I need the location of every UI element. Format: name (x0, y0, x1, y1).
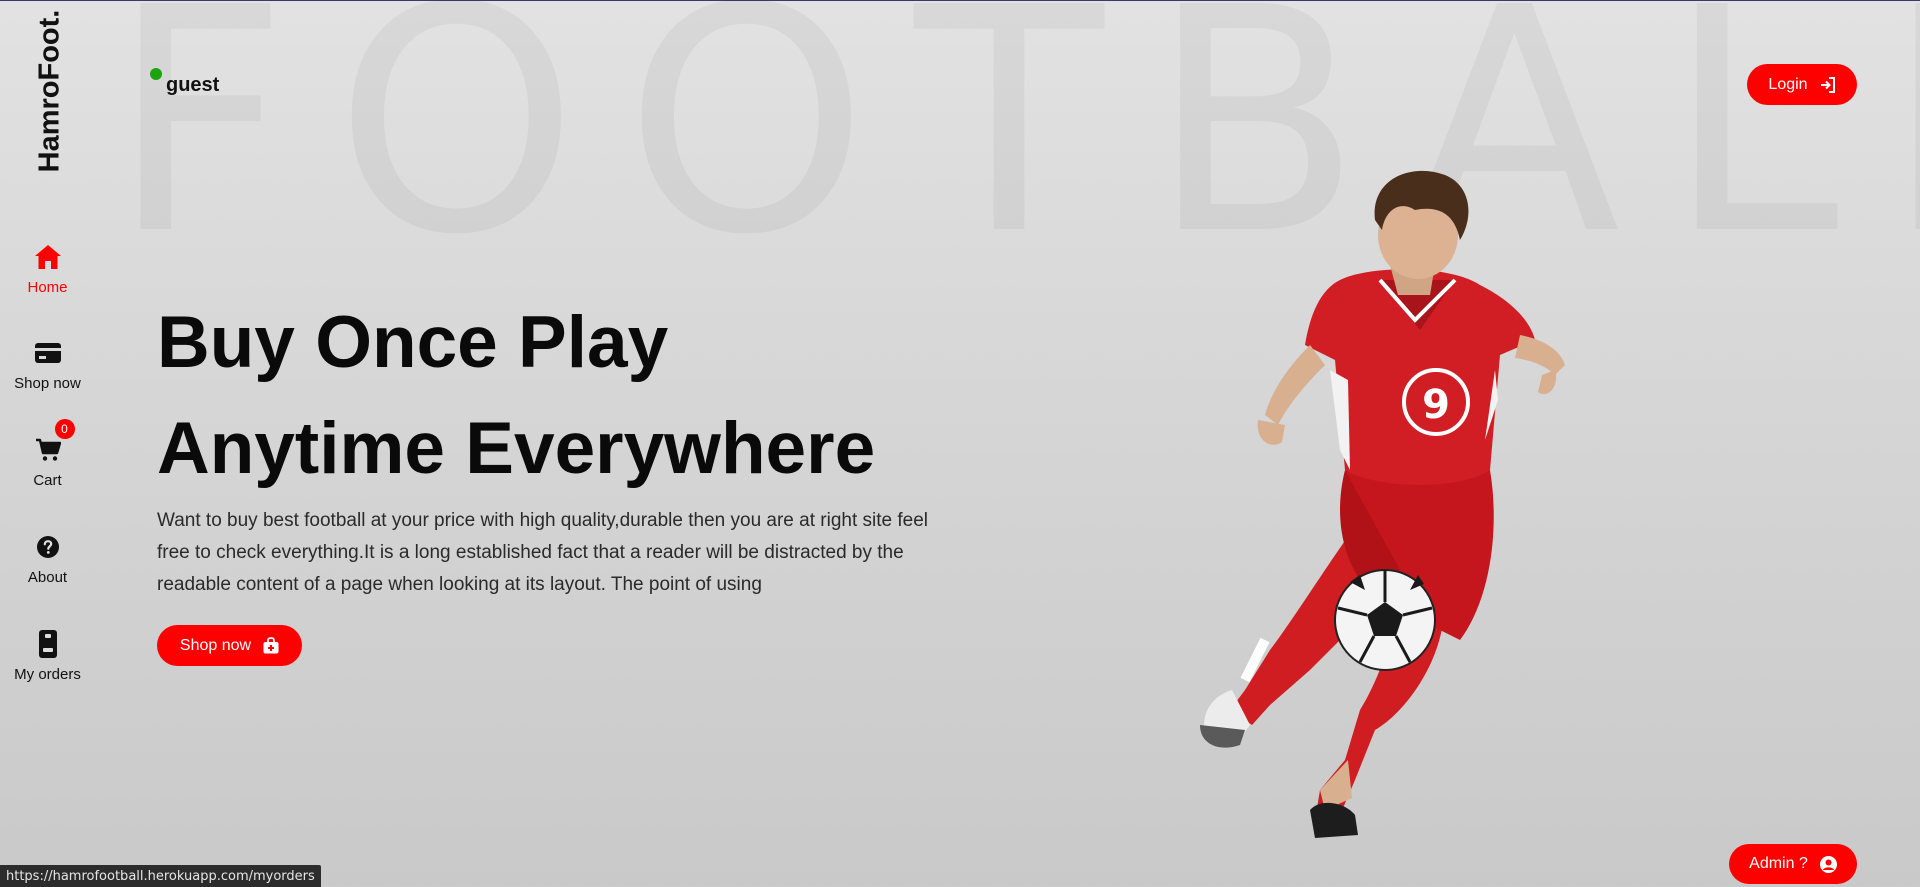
sign-in-icon (1820, 76, 1836, 93)
user-status: guest (150, 66, 219, 97)
card-icon (34, 336, 61, 370)
admin-button[interactable]: Admin ? (1729, 844, 1857, 884)
cart-count-badge: 0 (54, 419, 75, 439)
nav-item-about[interactable]: About (0, 530, 95, 600)
cart-icon: 0 (35, 419, 75, 467)
hero-description: Want to buy best football at your price … (157, 510, 928, 595)
user-circle-icon (1819, 855, 1837, 873)
nav-label-home: Home (27, 279, 68, 296)
nav-label-shop-now: Shop now (14, 375, 81, 392)
user-name: guest (166, 74, 220, 96)
online-status-dot (150, 68, 162, 80)
nav-label-my-orders: My orders (14, 666, 81, 683)
shop-now-button[interactable]: Shop now (157, 625, 302, 666)
question-icon (36, 530, 59, 564)
nav-item-shop-now[interactable]: Shop now (0, 336, 95, 406)
nav-item-my-orders[interactable]: My orders (0, 627, 95, 697)
home-icon (34, 240, 62, 274)
svg-text:9: 9 (1422, 382, 1450, 428)
shopping-bag-icon (263, 637, 279, 654)
login-label: Login (1768, 75, 1808, 93)
nav-label-about: About (27, 569, 68, 586)
nav-label-cart: Cart (33, 472, 62, 489)
window-top-border (0, 0, 1920, 1)
brand-logo[interactable]: HamroFoot. (8, 8, 92, 173)
brand-name: HamroFoot. (33, 9, 66, 172)
mobile-icon (38, 627, 57, 661)
football-player-image: 9 (1200, 170, 1565, 838)
hero-title: Buy Once Play Anytime Everywhere (157, 302, 876, 489)
shop-now-label: Shop now (179, 636, 252, 654)
nav-item-home[interactable]: Home (0, 240, 95, 310)
admin-label: Admin ? (1749, 855, 1808, 872)
status-bar-url: https://hamrofootball.herokuapp.com/myor… (0, 865, 321, 887)
nav-item-cart[interactable]: 0 Cart (0, 419, 95, 503)
login-button[interactable]: Login (1747, 64, 1857, 105)
